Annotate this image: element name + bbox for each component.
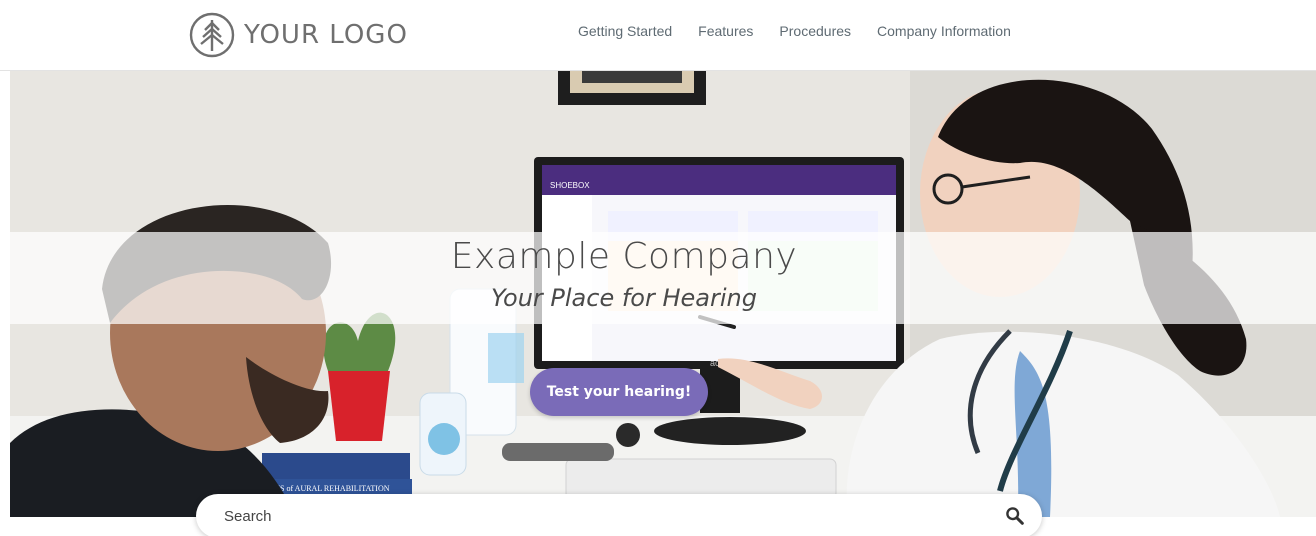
logo-text: YOUR LOGO: [244, 20, 408, 50]
site-header: YOUR LOGO Getting Started Features Proce…: [0, 0, 1316, 71]
tree-icon: [189, 12, 235, 58]
monitor-app-name: SHOEBOX: [550, 181, 590, 190]
nav-procedures[interactable]: Procedures: [779, 23, 851, 39]
nav-features[interactable]: Features: [698, 23, 753, 39]
logo-link[interactable]: YOUR LOGO: [188, 10, 408, 60]
hero-subtitle: Your Place for Hearing: [491, 284, 757, 312]
main-nav: Getting Started Features Procedures Comp…: [578, 23, 1011, 39]
test-hearing-button[interactable]: Test your hearing!: [530, 368, 708, 416]
search-icon[interactable]: [1004, 505, 1026, 527]
hero-banner: SHOEBOX acer ATIONS of AURA: [10, 71, 1316, 517]
nav-getting-started[interactable]: Getting Started: [578, 23, 672, 39]
search-bar: [196, 494, 1042, 536]
page: YOUR LOGO Getting Started Features Proce…: [0, 0, 1316, 536]
hero-title: Example Company: [450, 236, 798, 277]
nav-company-information[interactable]: Company Information: [877, 23, 1011, 39]
search-input[interactable]: [222, 500, 966, 532]
